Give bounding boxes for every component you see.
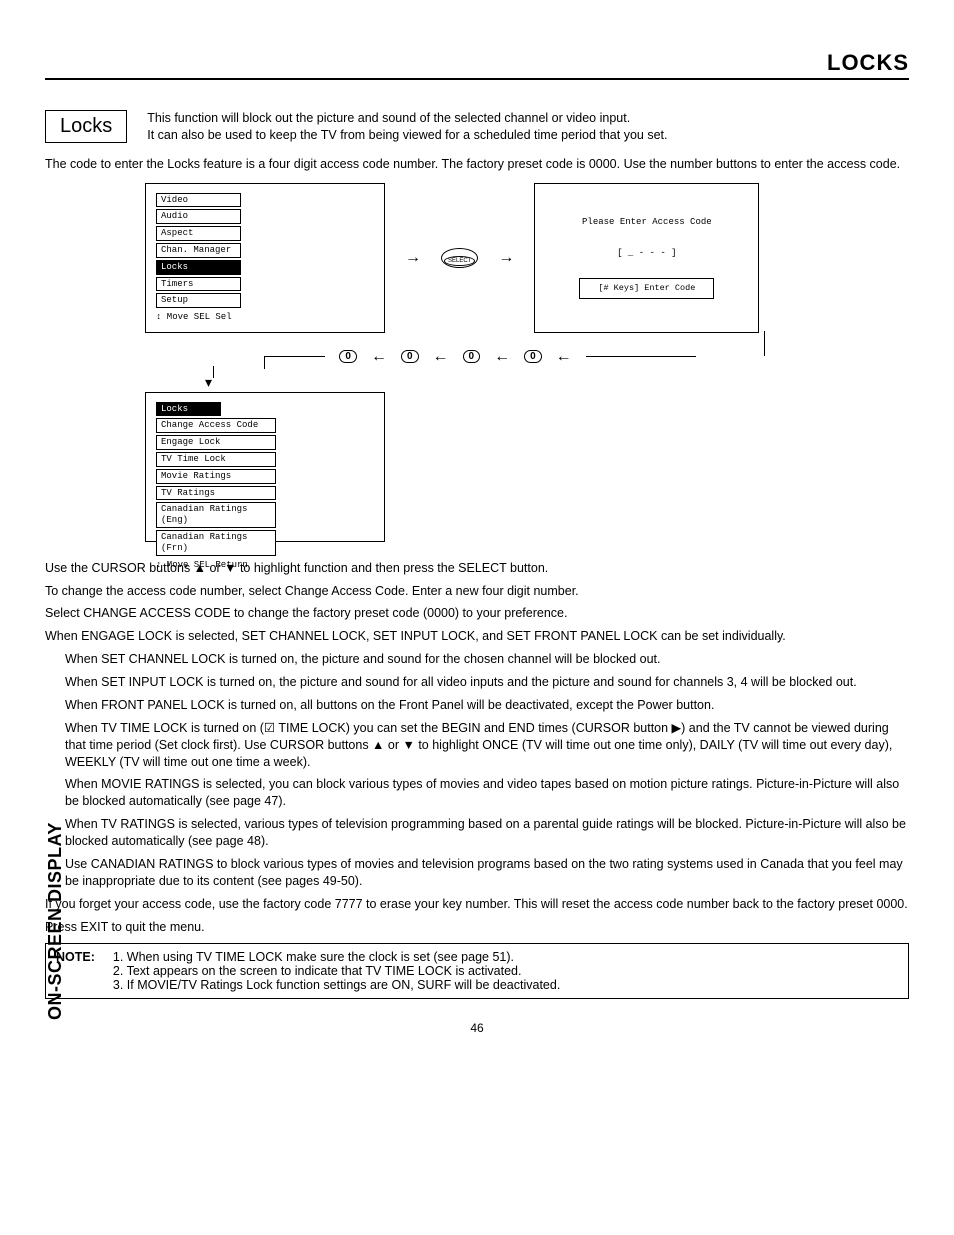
p-forget-code: If you forget your access code, use the … [45, 896, 909, 913]
sidebar-label: ON-SCREEN DISPLAY [45, 822, 66, 1020]
p-front-panel: When FRONT PANEL LOCK is turned on, all … [65, 697, 909, 714]
p-canadian: Use CANADIAN RATINGS to block various ty… [65, 856, 909, 890]
p-cursor: Use the CURSOR buttons ▲ or ▼ to highlig… [45, 560, 909, 577]
menu-footer: ↕ Move SEL Sel [156, 312, 374, 323]
digit-button-2: 0 [463, 350, 481, 363]
p-exit: Press EXIT to quit the menu. [45, 919, 909, 936]
menu-item-setup: Setup [156, 293, 241, 308]
intro-text: This function will block out the picture… [147, 110, 909, 144]
p-movie-ratings: When MOVIE RATINGS is selected, you can … [65, 776, 909, 810]
page-header: LOCKS [45, 50, 909, 80]
digit-button-3: 0 [524, 350, 542, 363]
arrow-left-icon: ← [556, 348, 572, 366]
p-channel-lock: When SET CHANNEL LOCK is turned on, the … [65, 651, 909, 668]
p-select-change: Select CHANGE ACCESS CODE to change the … [45, 605, 909, 622]
note-1: 1. When using TV TIME LOCK make sure the… [113, 950, 560, 964]
paragraph-code-info: The code to enter the Locks feature is a… [45, 156, 909, 173]
locks-title: Locks [156, 402, 221, 417]
menu-item-audio: Audio [156, 209, 241, 224]
diagram-row-top: Video Audio Aspect Chan. Manager Locks T… [145, 183, 815, 333]
locks-tv-ratings: TV Ratings [156, 486, 276, 501]
access-line-2: [ _ - - - ] [617, 248, 676, 259]
intro-row: Locks This function will block out the p… [45, 110, 909, 144]
note-2: 2. Text appears on the screen to indicat… [113, 964, 560, 978]
arrow-left-icon: ← [371, 348, 387, 366]
osd-access-code: Please Enter Access Code [ _ - - - ] [# … [534, 183, 759, 333]
p-engage: When ENGAGE LOCK is selected, SET CHANNE… [45, 628, 909, 645]
diagram-area: Video Audio Aspect Chan. Manager Locks T… [145, 183, 815, 542]
connector [695, 331, 765, 356]
menu-item-timers: Timers [156, 277, 241, 292]
digit-button-1: 0 [401, 350, 419, 363]
note-box: NOTE: 1. When using TV TIME LOCK make su… [45, 943, 909, 999]
note-list: 1. When using TV TIME LOCK make sure the… [113, 950, 560, 992]
locks-canadian-eng: Canadian Ratings (Eng) [156, 502, 276, 528]
osd-main-menu: Video Audio Aspect Chan. Manager Locks T… [145, 183, 385, 333]
locks-movie-ratings: Movie Ratings [156, 469, 276, 484]
note-3: 3. If MOVIE/TV Ratings Lock function set… [113, 978, 560, 992]
menu-item-aspect: Aspect [156, 226, 241, 241]
p-tv-time-lock: When TV TIME LOCK is turned on (☑ TIME L… [65, 720, 909, 771]
arrow-right-icon: → [498, 249, 514, 267]
menu-item-chan-manager: Chan. Manager [156, 243, 241, 258]
digit-button-0: 0 [339, 350, 357, 363]
locks-canadian-frn: Canadian Ratings (Frn) [156, 530, 276, 556]
arrow-right-icon: → [405, 249, 421, 267]
select-button-outline: SELECT [441, 248, 478, 268]
select-button-label: SELECT [444, 256, 475, 266]
p-tv-ratings: When TV RATINGS is selected, various typ… [65, 816, 909, 850]
osd-locks-menu: Locks Change Access Code Engage Lock TV … [145, 392, 385, 542]
access-line-3: [# Keys] Enter Code [579, 278, 714, 298]
menu-item-video: Video [156, 193, 241, 208]
menu-item-locks: Locks [156, 260, 241, 275]
locks-change-access: Change Access Code [156, 418, 276, 433]
section-title: Locks [45, 110, 127, 143]
p-change-code: To change the access code number, select… [45, 583, 909, 600]
arrow-left-icon: ← [433, 348, 449, 366]
locks-tv-time: TV Time Lock [156, 452, 276, 467]
p-input-lock: When SET INPUT LOCK is turned on, the pi… [65, 674, 909, 691]
page-number: 46 [45, 1021, 909, 1035]
intro-line-2: It can also be used to keep the TV from … [147, 128, 667, 142]
access-line-1: Please Enter Access Code [582, 217, 712, 228]
intro-line-1: This function will block out the picture… [147, 111, 630, 125]
arrow-left-icon: ← [494, 348, 510, 366]
locks-engage: Engage Lock [156, 435, 276, 450]
